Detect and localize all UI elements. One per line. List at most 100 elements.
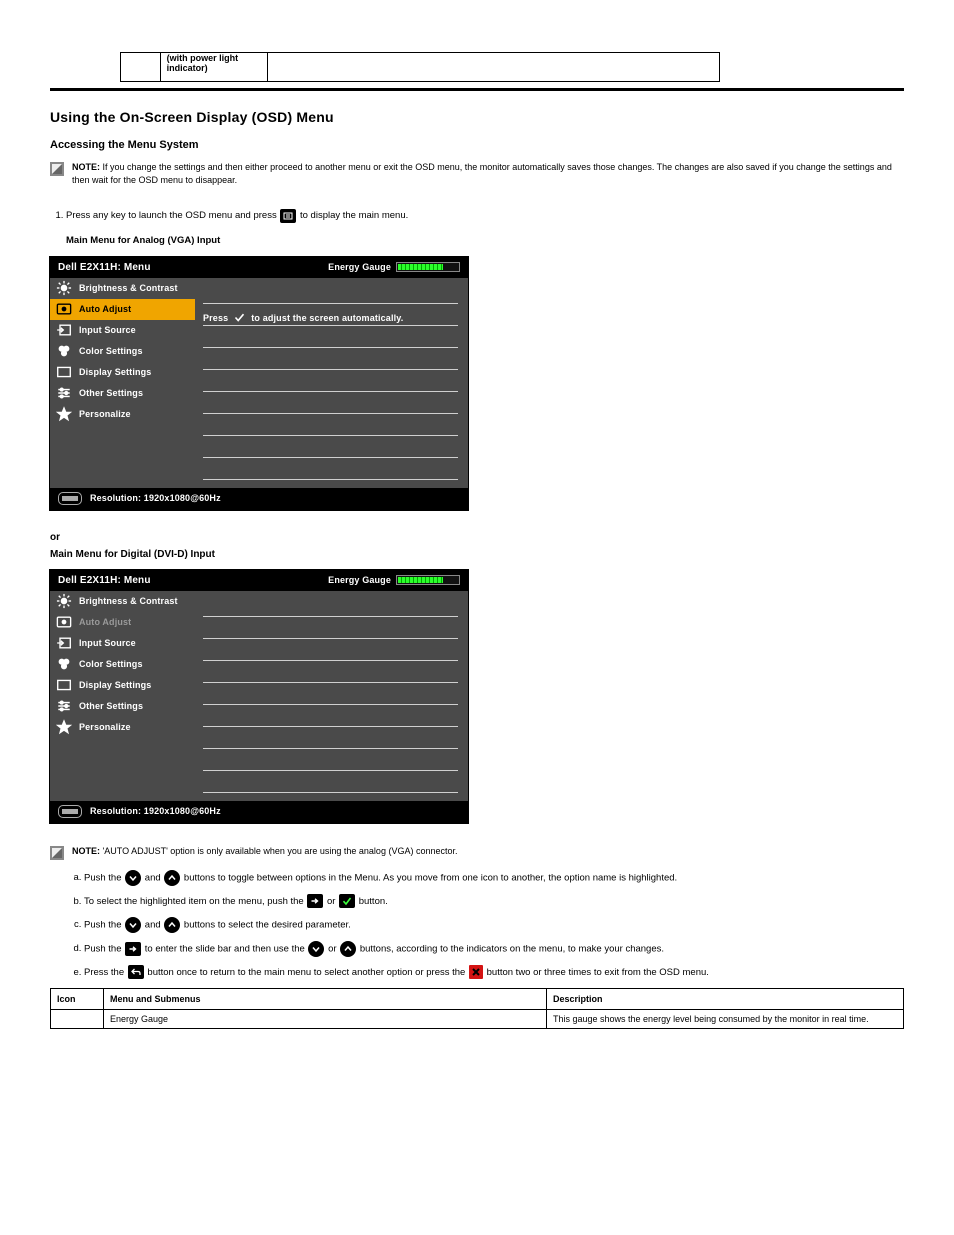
osd-panel-vga: Dell E2X11H: Menu Energy Gauge Brightnes… [50, 257, 468, 510]
star-icon [56, 720, 72, 734]
step-b: To select the highlighted item on the me… [84, 894, 904, 909]
step-c: Push the and buttons to select the desir… [84, 917, 904, 933]
osd-item-personalize[interactable]: Personalize [50, 404, 195, 425]
osd-panel-dvi: Dell E2X11H: Menu Energy Gauge Brightnes… [50, 570, 468, 823]
osd-item-label: Other Settings [79, 388, 143, 398]
resolution-label: Resolution: 1920x1080@60Hz [90, 493, 221, 503]
osd-item-label: Color Settings [79, 659, 143, 669]
table-row: Energy Gauge This gauge shows the energy… [51, 1009, 904, 1028]
osd-item-label: Brightness & Contrast [79, 283, 178, 293]
cell-menu: Energy Gauge [104, 1009, 547, 1028]
note-text: If you change the settings and then eith… [72, 162, 892, 185]
section-divider [50, 88, 904, 91]
down-arrow-icon [125, 917, 141, 933]
step-e: Press the button once to return to the m… [84, 965, 904, 980]
osd-item-display[interactable]: Display Settings [50, 362, 195, 383]
autoadjust-icon [56, 615, 72, 629]
resolution-icon [58, 492, 82, 505]
th-menu: Menu and Submenus [104, 988, 547, 1009]
check-icon [339, 894, 355, 908]
note-text: 'AUTO ADJUST' option is only available w… [103, 846, 458, 856]
osd-item-other[interactable]: Other Settings [50, 696, 195, 717]
osd-item-input[interactable]: Input Source [50, 633, 195, 654]
step-list-letters: Push the and buttons to toggle between o… [84, 870, 904, 980]
note-autoadjust: NOTE: 'AUTO ADJUST' option is only avail… [50, 845, 904, 860]
note-autosave: NOTE: If you change the settings and the… [50, 161, 904, 186]
energy-gauge-label: Energy Gauge [328, 262, 391, 272]
subsection-title: Accessing the Menu System [50, 139, 904, 151]
step-a: Push the and buttons to toggle between o… [84, 870, 904, 886]
osd-item-brightness[interactable]: Brightness & Contrast [50, 591, 195, 612]
osd-item-color[interactable]: Color Settings [50, 341, 195, 362]
osd-menu-list: Brightness & Contrast Auto Adjust Input … [50, 278, 195, 488]
top-table-fragment: (with power light indicator) [120, 52, 720, 82]
close-icon [469, 965, 483, 979]
osd-item-autoadjust-disabled: Auto Adjust [50, 612, 195, 633]
osd-item-label: Display Settings [79, 680, 151, 690]
enter-arrow-icon [125, 942, 141, 956]
resolution-label: Resolution: 1920x1080@60Hz [90, 806, 221, 816]
osd-item-label: Auto Adjust [79, 617, 131, 627]
back-icon [128, 965, 144, 979]
osd-item-label: Personalize [79, 409, 131, 419]
osd-item-autoadjust[interactable]: Auto Adjust [50, 299, 195, 320]
press-post: to adjust the screen automatically. [251, 313, 403, 323]
osd-item-display[interactable]: Display Settings [50, 675, 195, 696]
display-icon [56, 678, 72, 692]
up-arrow-icon [340, 941, 356, 957]
star-icon [56, 407, 72, 421]
down-arrow-icon [308, 941, 324, 957]
osd-item-label: Auto Adjust [79, 304, 131, 314]
osd-item-label: Personalize [79, 722, 131, 732]
step-list-top: Press any key to launch the OSD menu and… [66, 208, 904, 248]
up-arrow-icon [164, 917, 180, 933]
osd-item-label: Input Source [79, 325, 136, 335]
step-1: Press any key to launch the OSD menu and… [66, 208, 904, 248]
th-icon: Icon [51, 988, 104, 1009]
osd-menu-list: Brightness & Contrast Auto Adjust Input … [50, 591, 195, 801]
note-label: NOTE: [72, 162, 100, 172]
brightness-icon [56, 281, 72, 295]
osd-item-color[interactable]: Color Settings [50, 654, 195, 675]
down-arrow-icon [125, 870, 141, 886]
input-icon [56, 636, 72, 650]
cell-desc: This gauge shows the energy level being … [547, 1009, 904, 1028]
section-title: Using the On-Screen Display (OSD) Menu [50, 109, 904, 125]
energy-gauge-label: Energy Gauge [328, 575, 391, 585]
osd-item-other[interactable]: Other Settings [50, 383, 195, 404]
osd-press-line: Press to adjust the screen automatically… [203, 304, 458, 326]
osd-item-brightness[interactable]: Brightness & Contrast [50, 278, 195, 299]
osd-title: Dell E2X11H: Menu [58, 262, 151, 273]
top-frag-label: (with power light indicator) [167, 53, 239, 73]
framework-table: Icon Menu and Submenus Description Energ… [50, 988, 904, 1029]
osd-item-label: Input Source [79, 638, 136, 648]
menu-button-icon [280, 209, 296, 223]
main-menu-vga-label: Main Menu for Analog (VGA) Input [66, 233, 904, 248]
display-icon [56, 365, 72, 379]
or-label: or [50, 532, 904, 543]
osd-detail [195, 591, 468, 801]
th-desc: Description [547, 988, 904, 1009]
energy-gauge-icon [396, 262, 460, 272]
osd-item-label: Other Settings [79, 701, 143, 711]
osd-item-label: Display Settings [79, 367, 151, 377]
check-icon [234, 312, 245, 323]
note-label: NOTE: [72, 846, 100, 856]
note-icon [50, 162, 64, 176]
osd-item-input[interactable]: Input Source [50, 320, 195, 341]
osd-item-label: Color Settings [79, 346, 143, 356]
input-icon [56, 323, 72, 337]
osd-item-label: Brightness & Contrast [79, 596, 178, 606]
step1-post: to display the main menu. [300, 210, 408, 221]
step-d: Push the to enter the slide bar and then… [84, 941, 904, 957]
autoadjust-icon [56, 302, 72, 316]
main-menu-digital-label: Main Menu for Digital (DVI-D) Input [50, 549, 904, 560]
osd-title: Dell E2X11H: Menu [58, 575, 151, 586]
other-icon [56, 386, 72, 400]
press-pre: Press [203, 313, 228, 323]
step1-pre: Press any key to launch the OSD menu and… [66, 210, 277, 221]
osd-item-personalize[interactable]: Personalize [50, 717, 195, 738]
note-icon [50, 846, 64, 860]
brightness-icon [56, 594, 72, 608]
other-icon [56, 699, 72, 713]
